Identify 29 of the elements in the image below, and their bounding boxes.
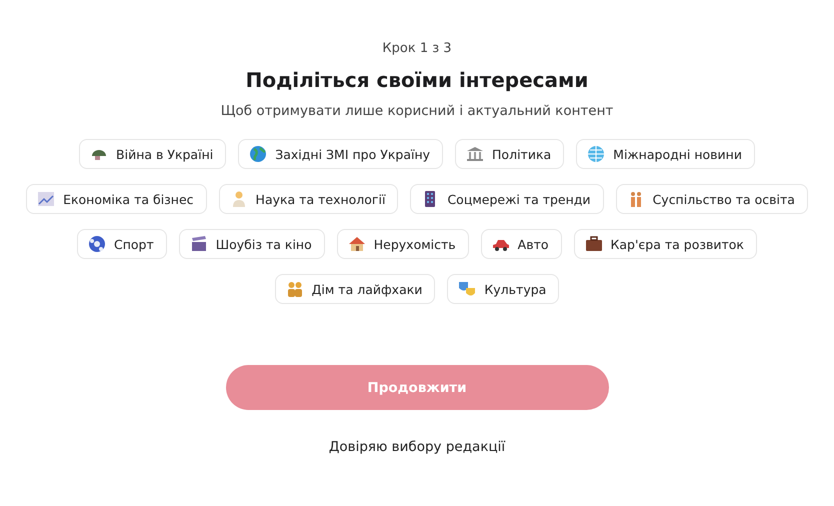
briefcase-icon [584,235,603,253]
interest-chip[interactable]: Культура [447,274,560,304]
ball-icon [88,235,106,253]
interest-chip[interactable]: Дім та лайфхаки [274,274,436,304]
bank-icon [466,145,484,163]
interest-chip[interactable]: Західні ЗМІ про Україну [238,139,444,169]
step-indicator: Крок 1 з 3 [382,41,452,56]
house-icon [348,235,366,253]
interest-chip[interactable]: Економіка та бізнес [26,184,207,214]
clapperboard-icon [190,235,208,253]
interest-chip[interactable]: Суспільство та освіта [616,184,808,214]
page-title: Поділіться своїми інтересами [246,68,588,92]
interest-chip[interactable]: Нерухомість [336,229,469,259]
interest-chip[interactable]: Кар'єра та розвиток [574,229,757,259]
trust-editors-link[interactable]: Довіряю вибору редакції [328,439,506,455]
masks-icon [458,280,476,298]
interest-chip[interactable]: Політика [455,139,564,169]
globe-icon [249,145,268,163]
interest-chip[interactable]: Війна в Україні [79,139,226,169]
interest-chip[interactable]: Спорт [77,229,167,259]
interest-chip[interactable]: Авто [480,229,562,259]
chart-icon [37,190,56,208]
globe-icon [587,145,606,163]
interest-chip[interactable]: Наука та технології [218,184,398,214]
interest-chip[interactable]: Соцмережі та тренди [410,184,604,214]
subtitle: Щоб отримувати лише корисний і актуальний контент [220,103,614,119]
interest-chip[interactable]: Шоубіз та кіно [178,229,325,259]
interest-chip[interactable]: Міжнародні новини [576,139,755,169]
people-icon [286,280,304,298]
